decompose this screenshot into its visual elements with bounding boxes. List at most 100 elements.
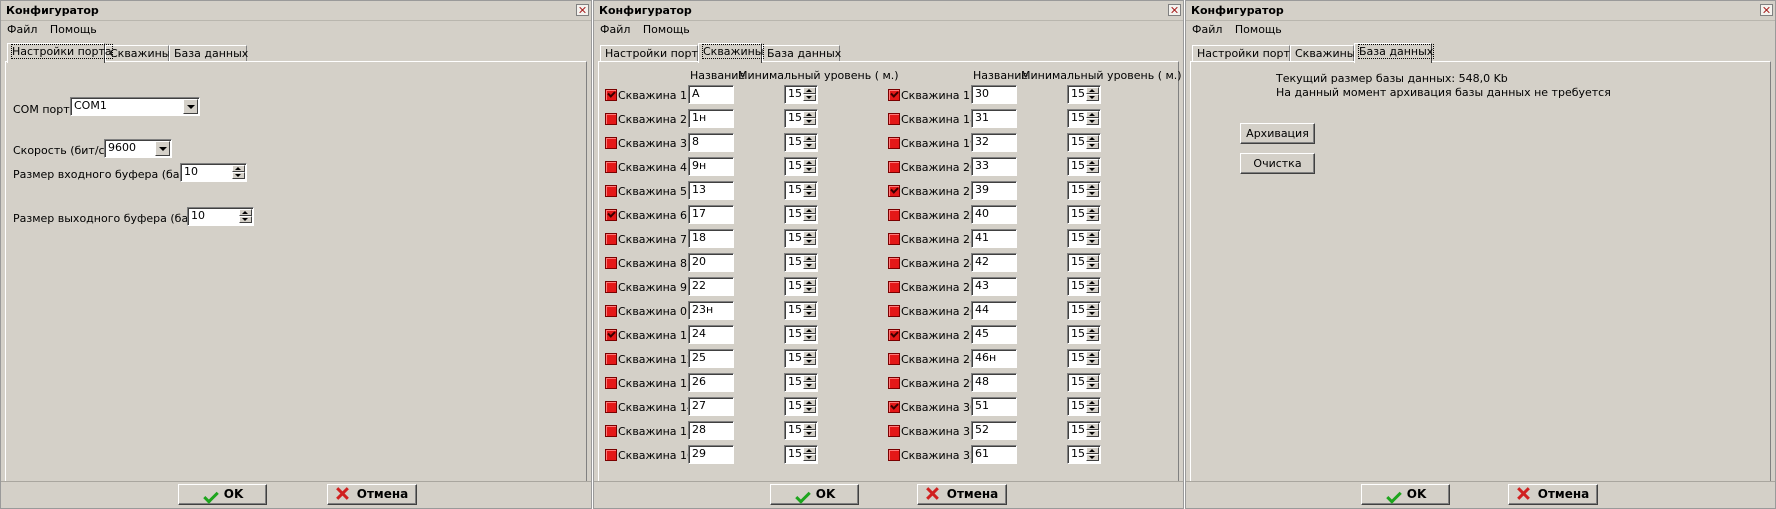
well-checkbox[interactable] bbox=[888, 233, 900, 245]
well-name-input[interactable]: 33 bbox=[971, 157, 1017, 176]
output-buffer-spinner[interactable]: 10 bbox=[187, 207, 254, 226]
well-name-input[interactable]: 44 bbox=[971, 301, 1017, 320]
well-checkbox[interactable] bbox=[888, 401, 900, 413]
well-name-input[interactable]: 20 bbox=[688, 253, 734, 272]
spinner-arrows[interactable] bbox=[803, 351, 816, 366]
well-level-spinner[interactable]: 15 bbox=[1067, 229, 1101, 248]
well-checkbox[interactable] bbox=[888, 161, 900, 173]
spinner-arrows[interactable] bbox=[803, 87, 816, 102]
spinner-arrows[interactable] bbox=[1086, 255, 1099, 270]
well-name-input[interactable]: 46н bbox=[971, 349, 1017, 368]
well-level-spinner[interactable]: 15 bbox=[784, 229, 818, 248]
close-icon[interactable] bbox=[1760, 4, 1773, 16]
spinner-arrows[interactable] bbox=[1086, 207, 1099, 222]
spinner-arrows[interactable] bbox=[803, 279, 816, 294]
well-level-spinner[interactable]: 15 bbox=[1067, 301, 1101, 320]
spinner-arrows[interactable] bbox=[803, 183, 816, 198]
well-level-spinner[interactable]: 15 bbox=[784, 109, 818, 128]
well-name-input[interactable]: 25 bbox=[688, 349, 734, 368]
menu-help[interactable]: Помощь bbox=[643, 23, 690, 36]
tab-port-settings[interactable]: Настройки порта bbox=[7, 43, 113, 63]
spinner-arrows[interactable] bbox=[803, 399, 816, 414]
well-checkbox[interactable] bbox=[888, 377, 900, 389]
well-level-spinner[interactable]: 15 bbox=[1067, 253, 1101, 272]
spinner-arrows[interactable] bbox=[803, 327, 816, 342]
tab-port-settings[interactable]: Настройки порта bbox=[600, 45, 705, 62]
well-level-spinner[interactable]: 15 bbox=[784, 181, 818, 200]
well-name-input[interactable]: 24 bbox=[688, 325, 734, 344]
spinner-arrows[interactable] bbox=[803, 231, 816, 246]
tab-wells[interactable]: Скважины bbox=[698, 43, 765, 63]
well-level-spinner[interactable]: 15 bbox=[784, 157, 818, 176]
well-level-spinner[interactable]: 15 bbox=[784, 325, 818, 344]
well-name-input[interactable]: 31 bbox=[971, 109, 1017, 128]
well-level-spinner[interactable]: 15 bbox=[784, 133, 818, 152]
well-checkbox[interactable] bbox=[605, 401, 617, 413]
well-name-input[interactable]: 39 bbox=[971, 181, 1017, 200]
well-checkbox[interactable] bbox=[888, 305, 900, 317]
well-level-spinner[interactable]: 15 bbox=[784, 445, 818, 464]
spinner-arrows[interactable] bbox=[1086, 399, 1099, 414]
spinner-arrows[interactable] bbox=[803, 159, 816, 174]
well-checkbox[interactable] bbox=[605, 281, 617, 293]
well-name-input[interactable]: 32 bbox=[971, 133, 1017, 152]
com-port-select[interactable]: COM1 bbox=[70, 97, 200, 116]
well-checkbox[interactable] bbox=[605, 257, 617, 269]
spinner-arrows[interactable] bbox=[803, 135, 816, 150]
well-name-input[interactable]: 29 bbox=[688, 445, 734, 464]
close-icon[interactable] bbox=[576, 4, 589, 16]
spinner-arrows[interactable] bbox=[1086, 351, 1099, 366]
well-name-input[interactable]: 45 bbox=[971, 325, 1017, 344]
ok-button[interactable]: OK bbox=[1361, 484, 1450, 505]
well-level-spinner[interactable]: 15 bbox=[784, 85, 818, 104]
well-checkbox[interactable] bbox=[605, 185, 617, 197]
spinner-arrows[interactable] bbox=[239, 209, 252, 224]
well-name-input[interactable]: 23н bbox=[688, 301, 734, 320]
well-level-spinner[interactable]: 15 bbox=[784, 397, 818, 416]
spinner-arrows[interactable] bbox=[803, 423, 816, 438]
menu-file[interactable]: Файл bbox=[600, 23, 630, 36]
well-level-spinner[interactable]: 15 bbox=[1067, 157, 1101, 176]
well-name-input[interactable]: 61 bbox=[971, 445, 1017, 464]
tab-port-settings[interactable]: Настройки порта bbox=[1192, 45, 1297, 62]
well-level-spinner[interactable]: 15 bbox=[1067, 205, 1101, 224]
well-name-input[interactable]: 8 bbox=[688, 133, 734, 152]
well-level-spinner[interactable]: 15 bbox=[1067, 421, 1101, 440]
well-checkbox[interactable] bbox=[605, 113, 617, 125]
well-checkbox[interactable] bbox=[888, 89, 900, 101]
well-checkbox[interactable] bbox=[605, 377, 617, 389]
menu-help[interactable]: Помощь bbox=[50, 23, 97, 36]
well-level-spinner[interactable]: 15 bbox=[1067, 85, 1101, 104]
well-checkbox[interactable] bbox=[605, 161, 617, 173]
spinner-arrows[interactable] bbox=[803, 255, 816, 270]
well-checkbox[interactable] bbox=[605, 329, 617, 341]
well-name-input[interactable]: 42 bbox=[971, 253, 1017, 272]
well-checkbox[interactable] bbox=[888, 449, 900, 461]
well-level-spinner[interactable]: 15 bbox=[1067, 397, 1101, 416]
well-checkbox[interactable] bbox=[888, 113, 900, 125]
spinner-arrows[interactable] bbox=[803, 447, 816, 462]
well-level-spinner[interactable]: 15 bbox=[1067, 181, 1101, 200]
well-name-input[interactable]: А bbox=[688, 85, 734, 104]
well-checkbox[interactable] bbox=[888, 185, 900, 197]
spinner-arrows[interactable] bbox=[1086, 183, 1099, 198]
well-level-spinner[interactable]: 15 bbox=[784, 277, 818, 296]
well-level-spinner[interactable]: 15 bbox=[784, 421, 818, 440]
spinner-arrows[interactable] bbox=[1086, 231, 1099, 246]
well-level-spinner[interactable]: 15 bbox=[784, 301, 818, 320]
well-level-spinner[interactable]: 15 bbox=[1067, 277, 1101, 296]
spinner-arrows[interactable] bbox=[232, 165, 245, 180]
well-name-input[interactable]: 22 bbox=[688, 277, 734, 296]
well-level-spinner[interactable]: 15 bbox=[1067, 349, 1101, 368]
well-name-input[interactable]: 9н bbox=[688, 157, 734, 176]
well-name-input[interactable]: 28 bbox=[688, 421, 734, 440]
clear-button[interactable]: Очистка bbox=[1240, 153, 1315, 174]
spinner-arrows[interactable] bbox=[803, 207, 816, 222]
well-level-spinner[interactable]: 15 bbox=[784, 349, 818, 368]
well-checkbox[interactable] bbox=[605, 449, 617, 461]
tab-wells[interactable]: Скважины bbox=[105, 45, 170, 62]
well-name-input[interactable]: 43 bbox=[971, 277, 1017, 296]
well-checkbox[interactable] bbox=[605, 305, 617, 317]
well-checkbox[interactable] bbox=[888, 137, 900, 149]
well-name-input[interactable]: 1н bbox=[688, 109, 734, 128]
